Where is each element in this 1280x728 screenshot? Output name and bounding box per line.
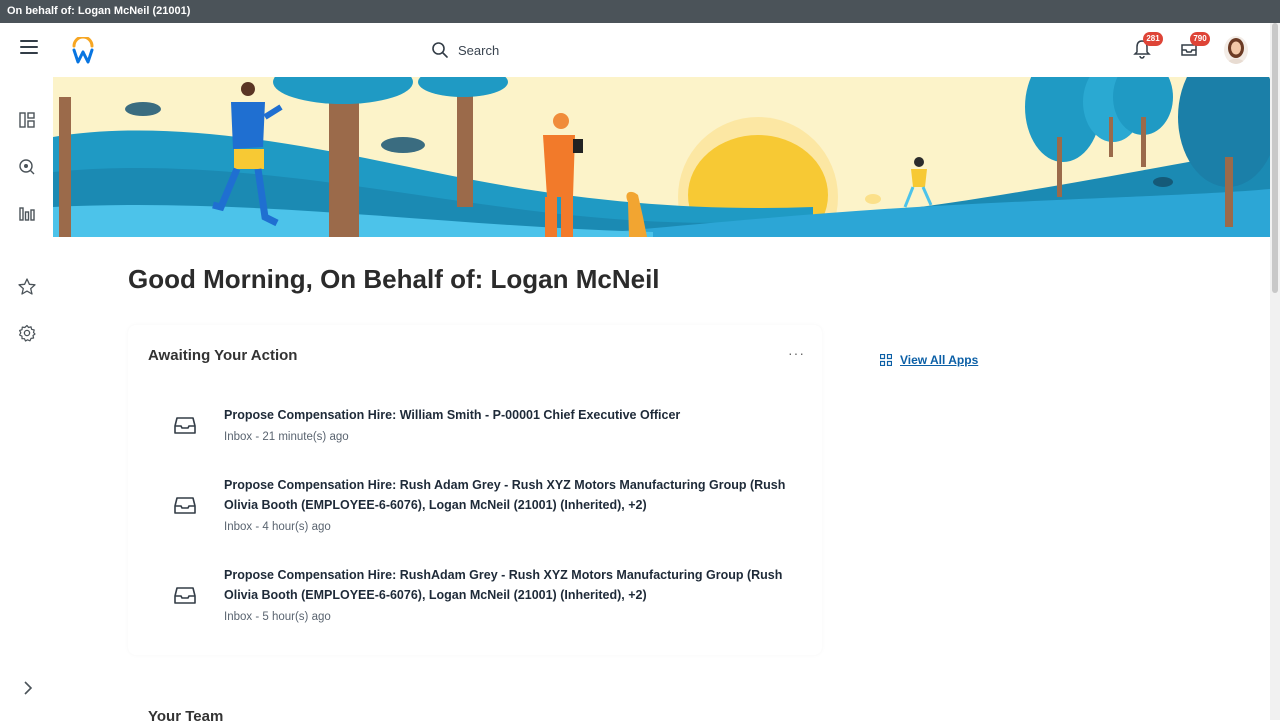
- welcome-banner-illustration: [53, 77, 1270, 237]
- star-icon[interactable]: [17, 277, 37, 297]
- apps-grid-icon[interactable]: [17, 110, 37, 130]
- notifications-button[interactable]: 281: [1133, 32, 1163, 61]
- chevron-right-icon[interactable]: [20, 680, 36, 696]
- search-icon: [432, 42, 448, 58]
- explore-search-icon[interactable]: [17, 157, 37, 177]
- inbox-icon: [174, 497, 196, 514]
- item-title[interactable]: Propose Compensation Hire: RushAdam Grey…: [224, 565, 804, 605]
- search-bar[interactable]: [420, 31, 860, 69]
- your-team-card: [128, 688, 822, 728]
- item-title[interactable]: Propose Compensation Hire: William Smith…: [224, 405, 804, 425]
- item-subtitle: Inbox - 5 hour(s) ago: [224, 611, 331, 623]
- delegation-text: On behalf of: Logan McNeil (21001): [7, 5, 191, 17]
- page-title: Good Morning, On Behalf of: Logan McNeil: [128, 264, 660, 294]
- inbox-badge: 790: [1190, 32, 1210, 46]
- view-all-apps-link[interactable]: View All Apps: [880, 353, 978, 367]
- header: 281 790: [0, 23, 1270, 77]
- list-item[interactable]: Propose Compensation Hire: Rush Adam Gre…: [148, 475, 808, 545]
- sidebar: [0, 77, 53, 720]
- page-scrollbar[interactable]: [1270, 23, 1280, 720]
- menu-icon[interactable]: [20, 40, 38, 60]
- item-title[interactable]: Propose Compensation Hire: Rush Adam Gre…: [224, 475, 804, 515]
- avatar[interactable]: [1224, 36, 1248, 64]
- inbox-button[interactable]: 790: [1180, 32, 1210, 61]
- user-photo-icon: [1224, 36, 1248, 64]
- view-all-apps-label[interactable]: View All Apps: [900, 353, 978, 367]
- bar-chart-icon[interactable]: [17, 203, 37, 223]
- list-item[interactable]: Propose Compensation Hire: RushAdam Grey…: [148, 565, 808, 635]
- awaiting-action-card: Awaiting Your Action ··· Propose Compens…: [128, 325, 822, 655]
- more-options-button[interactable]: ···: [788, 345, 805, 361]
- list-item[interactable]: Propose Compensation Hire: William Smith…: [148, 405, 808, 455]
- workday-logo[interactable]: [70, 37, 96, 65]
- notifications-badge: 281: [1143, 32, 1163, 46]
- card-title: Awaiting Your Action: [148, 347, 298, 364]
- search-input[interactable]: [458, 42, 838, 58]
- item-subtitle: Inbox - 4 hour(s) ago: [224, 521, 331, 533]
- gear-icon[interactable]: [17, 323, 37, 343]
- delegation-bar: On behalf of: Logan McNeil (21001): [0, 0, 1280, 23]
- inbox-icon: [174, 417, 196, 434]
- inbox-icon: [174, 587, 196, 604]
- item-subtitle: Inbox - 21 minute(s) ago: [224, 431, 349, 443]
- section-title: Your Team: [148, 708, 224, 725]
- grid-icon: [880, 354, 892, 366]
